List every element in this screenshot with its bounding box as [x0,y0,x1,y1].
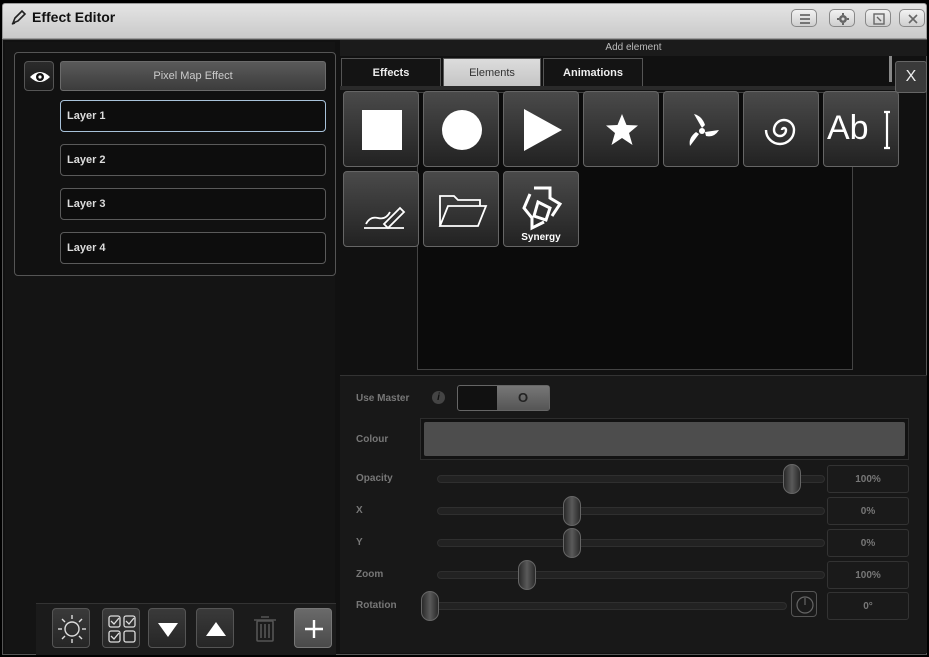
x-value[interactable]: 0% [827,497,909,525]
pinwheel-icon [689,114,719,146]
synergy-element-tile[interactable]: Synergy [503,171,579,247]
rotation-slider-knob[interactable] [421,591,439,621]
brightness-button[interactable] [52,608,90,648]
play-triangle-icon [524,109,562,151]
restore-icon [873,13,885,25]
folder-icon [438,195,488,227]
star-element-tile[interactable] [583,91,659,167]
text-tile-glyph: Ab [827,109,869,147]
trash-icon [254,616,276,642]
list-icon [800,14,810,24]
tab-divider [340,86,927,90]
layer-item-2[interactable]: Layer 2 [60,144,326,176]
opacity-slider-knob[interactable] [783,464,801,494]
x-label: X [356,505,363,516]
y-slider-knob[interactable] [563,528,581,558]
close-panel-button[interactable]: X [895,61,927,93]
tab-elements[interactable]: Elements [443,58,541,86]
restore-button[interactable] [865,9,891,27]
close-icon [908,14,918,24]
opacity-slider-track[interactable] [437,475,825,483]
title-bar [2,3,927,39]
colour-label: Colour [356,434,389,445]
pinwheel-element-tile[interactable] [663,91,739,167]
checkbox-grid-icon [108,615,136,643]
rotation-dial-button[interactable] [791,591,817,617]
opacity-label: Opacity [356,473,393,484]
delete-button[interactable] [246,608,284,648]
opacity-value[interactable]: 100% [827,465,909,493]
y-label: Y [356,537,363,548]
x-slider-track[interactable] [437,507,825,515]
folder-element-tile[interactable] [423,171,499,247]
layer-item-3[interactable]: Layer 3 [60,188,326,220]
info-icon[interactable]: i [432,391,445,404]
rotation-value[interactable]: 0° [827,592,909,620]
text-element-tile[interactable]: Ab [823,91,899,167]
zoom-value[interactable]: 100% [827,561,909,589]
triangle-element-tile[interactable] [503,91,579,167]
toggle-off-glyph: O [517,390,529,405]
arrow-down-icon [158,623,178,637]
draw-element-tile[interactable] [343,171,419,247]
menu-button[interactable] [791,9,817,27]
zoom-label: Zoom [356,569,384,580]
hand-draw-icon [364,206,406,230]
synergy-tile-label: Synergy [521,232,561,243]
y-slider-track[interactable] [437,539,825,547]
settings-button[interactable] [829,9,855,27]
move-up-button[interactable] [196,608,234,648]
add-element-header: Add element [340,40,927,56]
pixel-map-effect-button[interactable]: Pixel Map Effect [60,61,326,91]
add-layer-button[interactable] [294,608,332,648]
spiral-element-tile[interactable] [743,91,819,167]
move-down-button[interactable] [148,608,186,648]
y-value[interactable]: 0% [827,529,909,557]
layer-item-1[interactable]: Layer 1 [60,100,326,132]
use-master-label: Use Master [356,393,410,404]
circle-icon [442,110,482,150]
circle-element-tile[interactable] [423,91,499,167]
spiral-icon [764,118,796,146]
rotation-slider-track[interactable] [421,602,787,610]
close-window-button[interactable] [899,9,925,27]
eye-icon [30,72,50,82]
star-icon [606,114,638,145]
visibility-toggle[interactable] [24,61,54,91]
window-title: Effect Editor [32,9,116,25]
tab-animations[interactable]: Animations [543,58,643,86]
panel-marker [889,56,892,82]
dial-icon [796,596,814,614]
x-slider-knob[interactable] [563,496,581,526]
colour-swatch[interactable] [424,422,905,456]
sun-icon [58,615,86,643]
select-all-button[interactable] [102,608,140,648]
plus-icon [305,620,323,638]
gear-icon [837,13,849,25]
rotation-label: Rotation [356,600,397,611]
arrow-up-icon [206,622,226,636]
square-element-tile[interactable] [343,91,419,167]
zoom-slider-knob[interactable] [518,560,536,590]
tab-effects[interactable]: Effects [341,58,441,86]
layer-item-4[interactable]: Layer 4 [60,232,326,264]
square-icon [362,110,402,150]
toggle-thumb[interactable]: O [497,386,549,410]
edit-pen-icon [11,9,27,25]
zoom-slider-track[interactable] [437,571,825,579]
